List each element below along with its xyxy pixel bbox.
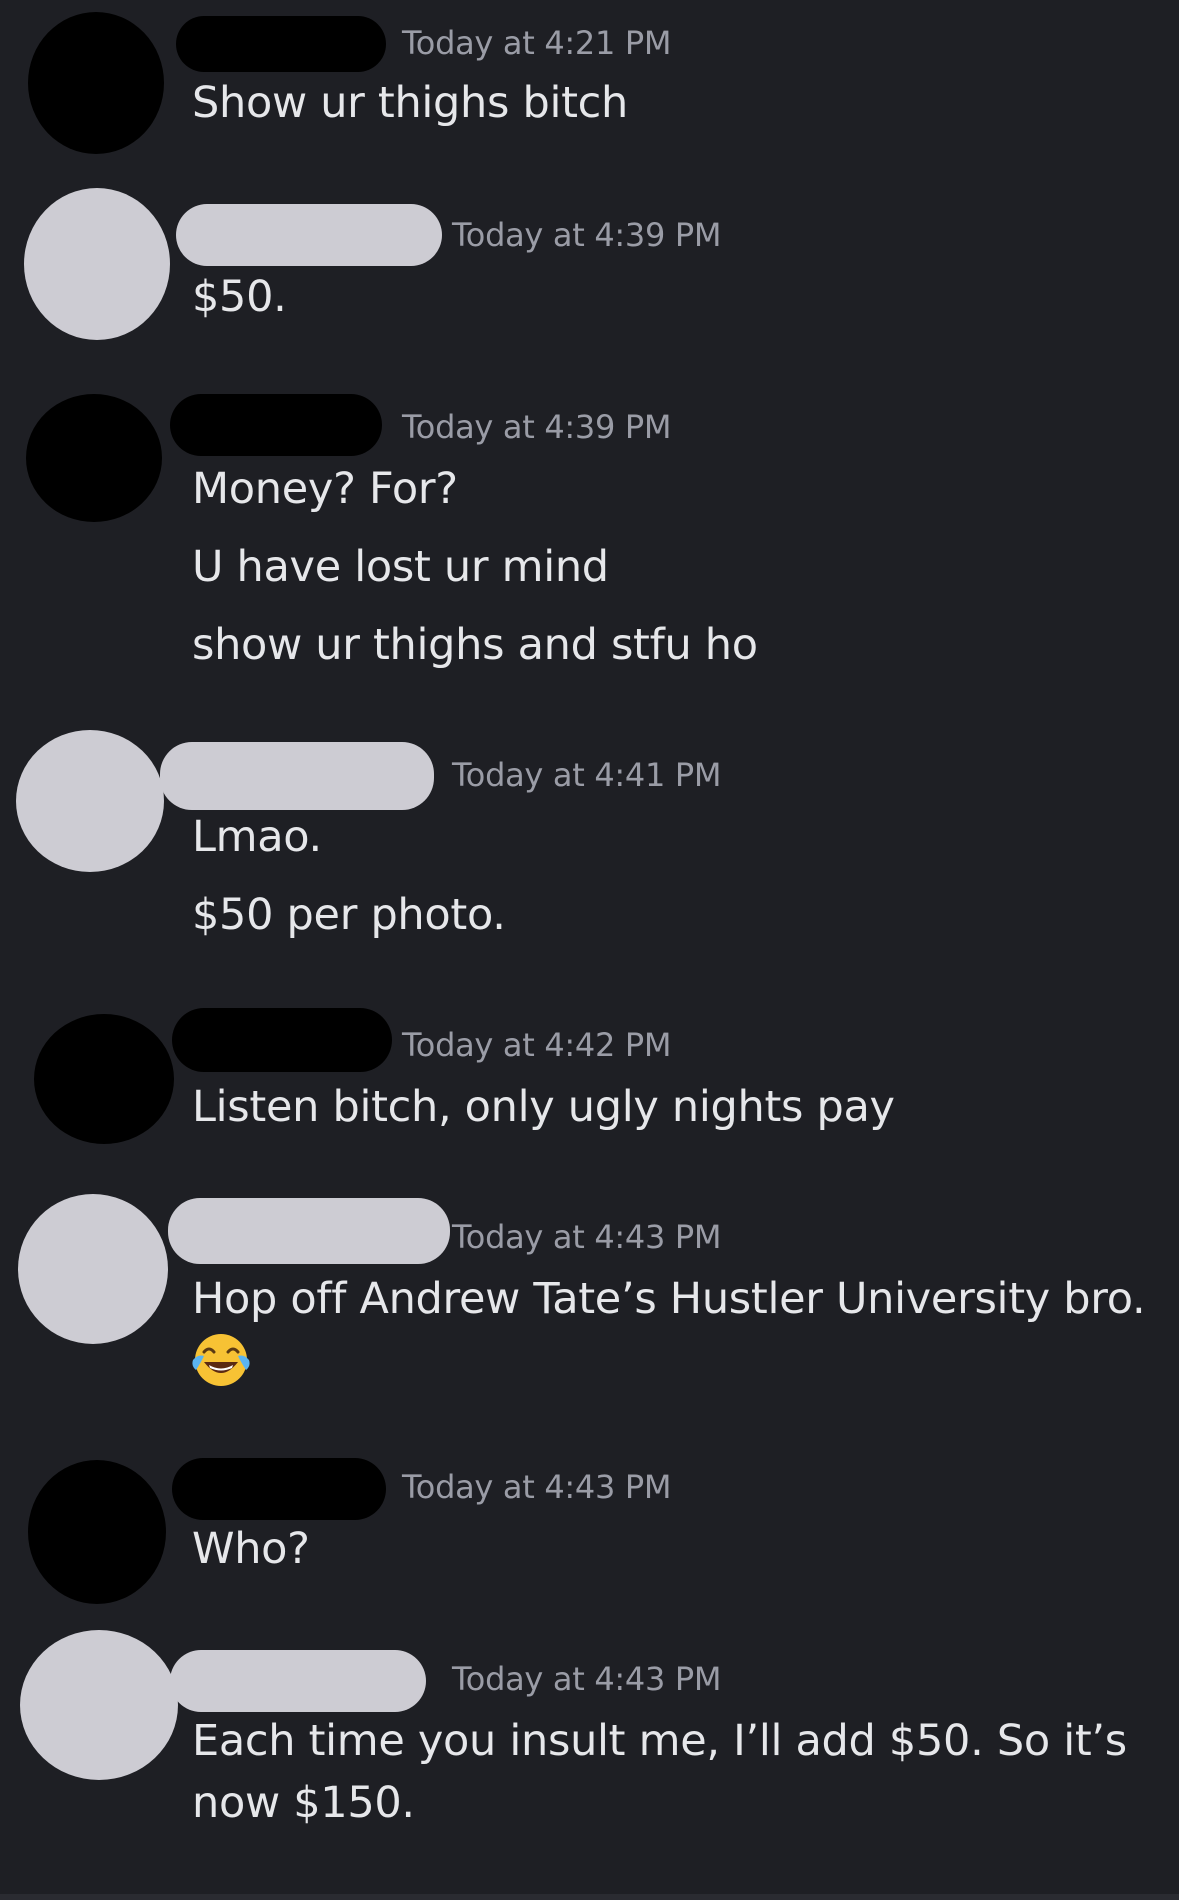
- message-text: U have lost ur mind: [192, 542, 609, 592]
- timestamp: Today at 4:43 PM: [452, 1218, 722, 1256]
- timestamp: Today at 4:43 PM: [402, 1468, 672, 1506]
- redacted-username[interactable]: [172, 1458, 386, 1520]
- redacted-avatar[interactable]: [24, 188, 170, 340]
- message-text: Who?: [192, 1524, 310, 1574]
- message-text: $50 per photo.: [192, 890, 506, 940]
- timestamp: Today at 4:42 PM: [402, 1026, 672, 1064]
- redacted-avatar[interactable]: [18, 1194, 168, 1344]
- message-text: Lmao.: [192, 812, 322, 862]
- message-text: Each time you insult me, I’ll add $50. S…: [192, 1716, 1127, 1766]
- redacted-username[interactable]: [172, 1008, 392, 1072]
- timestamp: Today at 4:41 PM: [452, 756, 722, 794]
- message-text: $50.: [192, 272, 287, 322]
- message-text: Listen bitch, only ugly nights pay: [192, 1082, 895, 1132]
- redacted-avatar[interactable]: [20, 1630, 178, 1780]
- redacted-avatar[interactable]: [26, 394, 162, 522]
- bottom-divider: [0, 1894, 1179, 1900]
- message-text: Money? For?: [192, 464, 458, 514]
- timestamp: Today at 4:39 PM: [402, 408, 672, 446]
- redacted-avatar[interactable]: [28, 12, 164, 154]
- message-text: show ur thighs and stfu ho: [192, 620, 758, 670]
- message-text: Show ur thighs bitch: [192, 78, 628, 128]
- redacted-username[interactable]: [170, 394, 382, 456]
- redacted-avatar[interactable]: [34, 1014, 174, 1144]
- redacted-username[interactable]: [168, 1198, 450, 1264]
- message-text: Hop off Andrew Tate’s Hustler University…: [192, 1274, 1146, 1324]
- redacted-username[interactable]: [176, 16, 386, 72]
- timestamp: Today at 4:39 PM: [452, 216, 722, 254]
- redacted-username[interactable]: [176, 204, 442, 266]
- redacted-username[interactable]: [170, 1650, 426, 1712]
- redacted-avatar[interactable]: [28, 1460, 166, 1604]
- redacted-avatar[interactable]: [16, 730, 164, 872]
- redacted-username[interactable]: [160, 742, 434, 810]
- timestamp: Today at 4:43 PM: [452, 1660, 722, 1698]
- timestamp: Today at 4:21 PM: [402, 24, 672, 62]
- message-text: now $150.: [192, 1778, 415, 1828]
- face-with-tears-of-joy-icon: [192, 1334, 250, 1386]
